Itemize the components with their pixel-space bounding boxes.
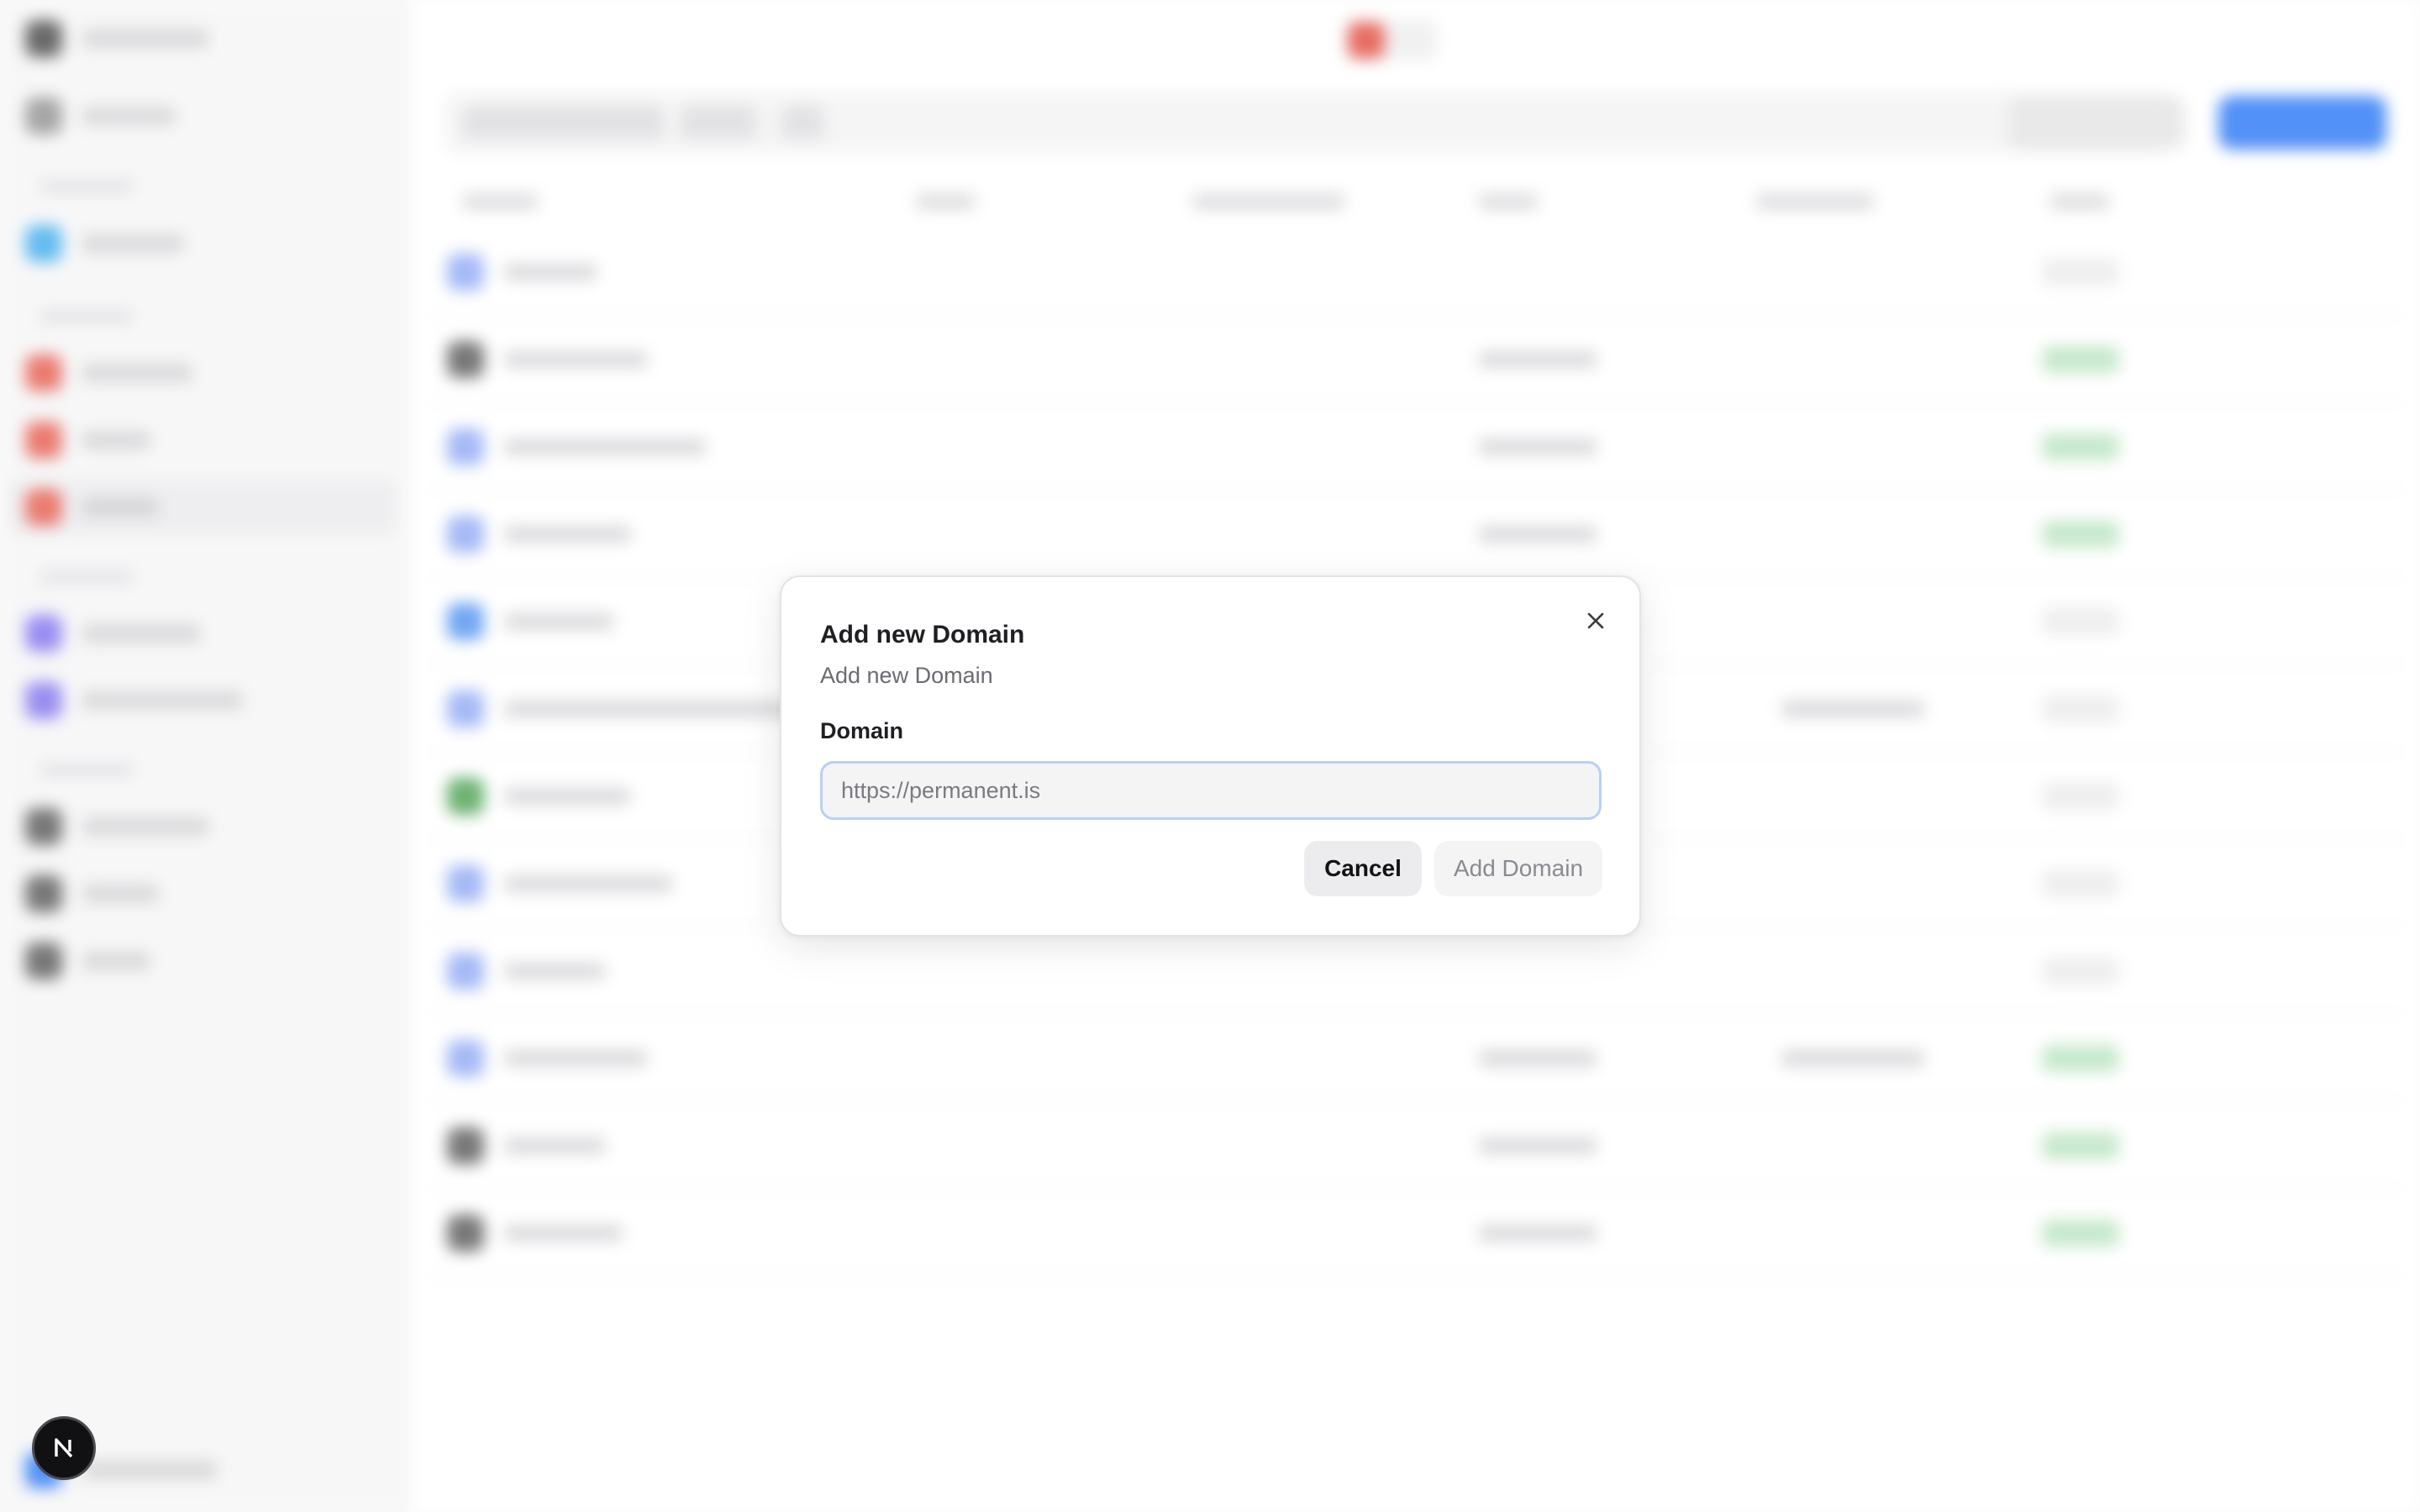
cancel-button[interactable]: Cancel	[1304, 841, 1422, 896]
domain-field-label: Domain	[820, 718, 904, 743]
dialog-title: Add new Domain	[820, 621, 1025, 648]
dialog-description: Add new Domain	[820, 663, 993, 688]
close-icon	[1587, 612, 1604, 629]
domain-input[interactable]	[820, 761, 1602, 820]
add-domain-button[interactable]: Add Domain	[1434, 841, 1602, 896]
add-domain-dialog: Add new Domain Add new Domain Domain Can…	[780, 575, 1641, 937]
nextjs-logo-icon	[55, 1438, 73, 1458]
close-button[interactable]	[1579, 604, 1612, 638]
nextjs-dev-badge[interactable]	[32, 1416, 96, 1480]
